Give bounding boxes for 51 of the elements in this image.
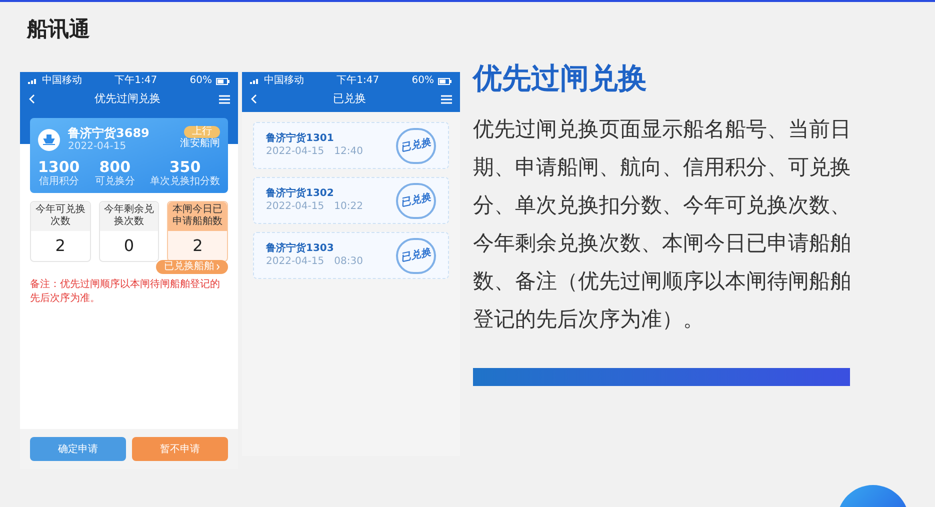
section-title: 优先过闸兑换 (473, 60, 648, 96)
battery-text: 60% (190, 76, 212, 86)
record-card[interactable]: 鲁济宁货1301 2022-04-15 12:40 已兑换 (253, 122, 449, 169)
clock-text: 下午1:47 (336, 76, 380, 86)
brand-title: 船讯通 (27, 16, 91, 43)
ship-avatar-icon (38, 128, 60, 151)
counter-value: 2 (54, 234, 66, 257)
record-card[interactable]: 鲁济宁货1303 2022-04-15 08:30 已兑换 (253, 232, 449, 279)
battery-text: 60% (412, 76, 434, 86)
exchanged-stamp: 已兑换 (396, 182, 436, 218)
record-ship-name: 鲁济宁货1302 (266, 188, 335, 200)
note-text: 备注：优先过闸顺序以本闸待闸船舶登记的先后次序为准。 (30, 278, 221, 306)
record-card[interactable]: 鲁济宁货1302 2022-04-15 10:22 已兑换 (253, 177, 449, 224)
exchanged-stamp: 已兑换 (396, 128, 436, 164)
record-ship-name: 鲁济宁货1303 (266, 243, 335, 256)
screen-title: 已兑换 (333, 90, 366, 107)
ship-date: 2022-04-15 (68, 141, 128, 154)
record-time: 2022-04-15 12:40 (266, 146, 363, 158)
record-time: 2022-04-15 10:22 (266, 200, 363, 213)
stat-label: 单次兑换扣分数 (150, 176, 220, 189)
back-icon[interactable] (250, 94, 258, 104)
menu-icon[interactable] (441, 94, 452, 104)
stat-value: 350 (169, 158, 201, 176)
exchanged-stamp: 已兑换 (396, 238, 436, 274)
battery-icon (216, 78, 230, 84)
stat-label: 可兑换分 (94, 176, 135, 189)
counter-value: 2 (192, 234, 204, 257)
counter-label: 今年可兑换次数 (31, 202, 90, 231)
menu-icon[interactable] (219, 94, 230, 104)
confirm-button[interactable]: 确定申请 (30, 437, 126, 461)
ship-name: 鲁济宁货3689 (68, 126, 150, 141)
back-icon[interactable] (28, 94, 36, 104)
stat-value: 1300 (38, 158, 80, 176)
counter-label: 本闸今日已申请船舶数 (168, 202, 228, 231)
clock-text: 下午1:47 (114, 76, 158, 86)
signal-icon (250, 78, 260, 84)
record-time: 2022-04-15 08:30 (266, 256, 363, 268)
stat-label: 信用积分 (38, 176, 79, 189)
chevron-icon (216, 264, 220, 270)
battery-icon (438, 78, 452, 84)
counter-value: 0 (122, 234, 136, 257)
screen-title: 优先过闸兑换 (94, 90, 160, 107)
description-text: 优先过闸兑换页面显示船名船号、当前日期、申请船闸、航向、信用积分、可兑换分、单次兑换扣分数、今年可兑换次数、今年剩余兑换次数、本闸今日已申请船舶数、备注（优先过闸顺序以本闸待闸船舶登记的先后次序为准）。 (473, 116, 852, 334)
stat-value: 800 (99, 158, 131, 176)
signal-icon (28, 78, 38, 84)
carrier-text: 中国移动 (42, 76, 82, 86)
direction-tag: 上行 (184, 126, 220, 138)
carrier-text: 中国移动 (264, 76, 304, 86)
record-ship-name: 鲁济宁货1301 (266, 133, 335, 146)
lock-name: 淮安船闸 (180, 139, 220, 149)
counter-label: 今年剩余兑换次数 (100, 202, 158, 231)
